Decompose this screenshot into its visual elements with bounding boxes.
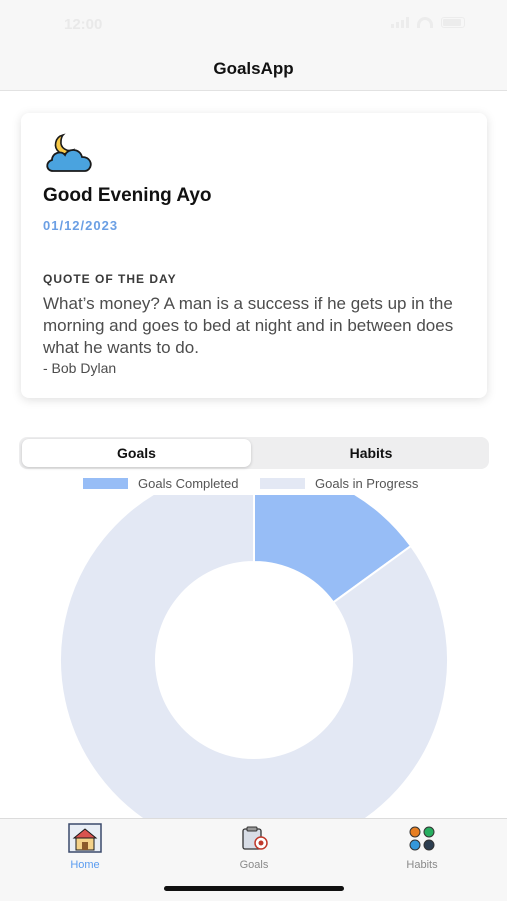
tab-goals[interactable]: Goals — [194, 819, 314, 871]
legend-label-completed: Goals Completed — [138, 476, 239, 491]
habits-icon — [409, 826, 435, 851]
tab-habits[interactable]: Habits — [362, 819, 482, 871]
current-date: 01/12/2023 — [43, 218, 119, 233]
goals-habits-segmented-control: Goals Habits — [19, 437, 489, 469]
goals-icon — [242, 826, 268, 850]
navigation-bar: GoalsApp — [0, 48, 507, 91]
legend-item-in-progress: Goals in Progress — [260, 476, 418, 491]
segment-habits[interactable]: Habits — [255, 439, 487, 467]
quote-text: What’s money? A man is a success if he g… — [43, 294, 454, 357]
legend-swatch-in-progress — [260, 478, 305, 489]
tab-goals-label: Goals — [239, 859, 269, 871]
tab-home-label: Home — [70, 859, 100, 871]
page-title: GoalsApp — [213, 59, 294, 78]
segment-goals[interactable]: Goals — [22, 439, 251, 467]
signal-icon — [391, 17, 409, 28]
legend-item-completed: Goals Completed — [83, 476, 238, 491]
quote-label: QUOTE OF THE DAY — [43, 272, 177, 286]
home-indicator — [164, 886, 344, 891]
tab-home[interactable]: Home — [25, 819, 145, 871]
wifi-icon — [417, 17, 433, 28]
tab-habits-label: Habits — [406, 859, 438, 871]
status-time: 12:00 — [64, 16, 103, 33]
status-bar: 12:00 — [0, 0, 507, 48]
moon-cloud-icon — [46, 133, 92, 172]
home-icon — [68, 823, 102, 853]
legend-swatch-completed — [83, 478, 128, 489]
chart-legend: Goals Completed Goals in Progress — [0, 476, 507, 492]
goals-donut-chart — [59, 495, 449, 818]
greeting-heading: Good Evening Ayo — [43, 185, 212, 206]
legend-label-in-progress: Goals in Progress — [315, 476, 419, 491]
greeting-card: Good Evening Ayo 01/12/2023 QUOTE OF THE… — [21, 113, 487, 398]
quote-author: - Bob Dylan — [43, 360, 117, 376]
battery-icon — [441, 17, 465, 28]
status-icons — [391, 17, 465, 28]
